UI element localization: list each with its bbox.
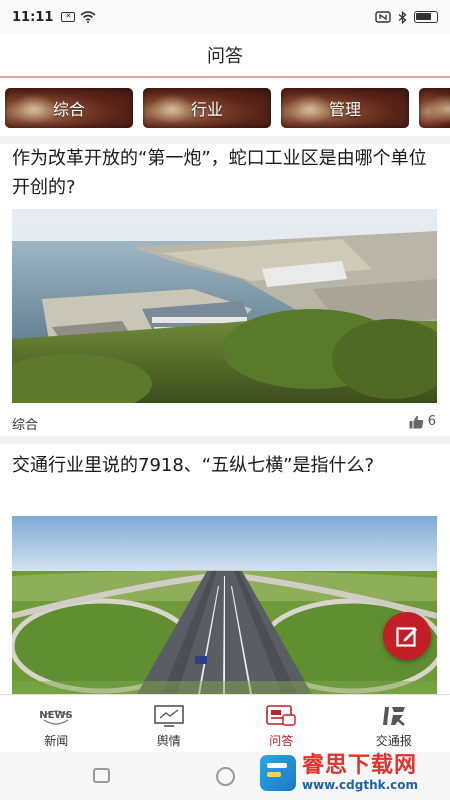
page-title: 问答 (207, 46, 243, 67)
tab-general[interactable]: 综合 (5, 88, 133, 128)
nav-label: 新闻 (44, 734, 69, 748)
article-card[interactable]: 作为改革开放的“第一炮”，蛇口工业区是由哪个单位开创的? 综合 6 (0, 144, 450, 434)
tab-label: 综合 (52, 100, 85, 119)
section-divider (0, 136, 450, 144)
nav-item-news[interactable]: NEWS 新闻 (0, 695, 113, 752)
tab-management[interactable]: 管理 (281, 88, 409, 128)
qa-icon (264, 703, 298, 729)
like-button[interactable]: 6 (409, 414, 436, 429)
tab-label: 管理 (328, 100, 361, 119)
highway-interchange-photo (12, 516, 437, 694)
header-divider (0, 76, 450, 78)
status-time: 11:11 (12, 9, 54, 25)
tab-label: 行业 (190, 100, 223, 119)
news-icon: NEWS (36, 703, 76, 729)
article-image[interactable] (12, 209, 437, 403)
monitor-icon (152, 703, 186, 729)
status-bar: 11:11 ✕ (0, 0, 450, 34)
tab-industry[interactable]: 行业 (143, 88, 271, 128)
bluetooth-icon (398, 10, 407, 24)
nav-label: 舆情 (156, 734, 181, 748)
newspaper-icon (379, 703, 409, 729)
nav-item-qa[interactable]: 问答 (225, 695, 338, 752)
tab-more[interactable] (419, 88, 450, 128)
nav-item-newspaper[interactable]: 交通报 (338, 695, 450, 752)
watermark-text: 睿思下载网 (302, 752, 418, 778)
article-title[interactable]: 作为改革开放的“第一炮”，蛇口工业区是由哪个单位开创的? (12, 144, 432, 202)
edit-icon (396, 627, 417, 647)
svg-text:NEWS: NEWS (40, 710, 73, 721)
like-count: 6 (427, 414, 436, 429)
watermark-url: www.cdgthk.com (302, 777, 419, 792)
battery-icon (414, 11, 438, 23)
port-aerial-photo (12, 209, 437, 403)
nav-item-opinion[interactable]: 舆情 (113, 695, 226, 752)
nfc-icon (375, 11, 391, 23)
watermark-logo-icon (260, 754, 296, 791)
recent-apps-button[interactable] (93, 768, 110, 783)
watermark: 睿思下载网 www.cdgthk.com (254, 745, 450, 800)
thumbs-up-icon (409, 415, 423, 428)
article-card[interactable]: 交通行业里说的7918、“五纵七横”是指什么? (0, 446, 450, 694)
bottom-nav: NEWS 新闻 舆情 问答 交通报 (0, 694, 450, 752)
article-image[interactable] (12, 516, 437, 694)
write-question-button[interactable] (383, 612, 431, 660)
page-header: 问答 (0, 34, 450, 76)
wifi-icon (80, 11, 96, 23)
message-box-icon: ✕ (61, 12, 76, 22)
home-button[interactable] (216, 767, 235, 786)
section-divider (0, 436, 450, 444)
category-tabs: 综合 行业 管理 (0, 80, 450, 136)
article-title[interactable]: 交通行业里说的7918、“五纵七横”是指什么? (12, 451, 432, 480)
article-category: 综合 (12, 418, 39, 433)
